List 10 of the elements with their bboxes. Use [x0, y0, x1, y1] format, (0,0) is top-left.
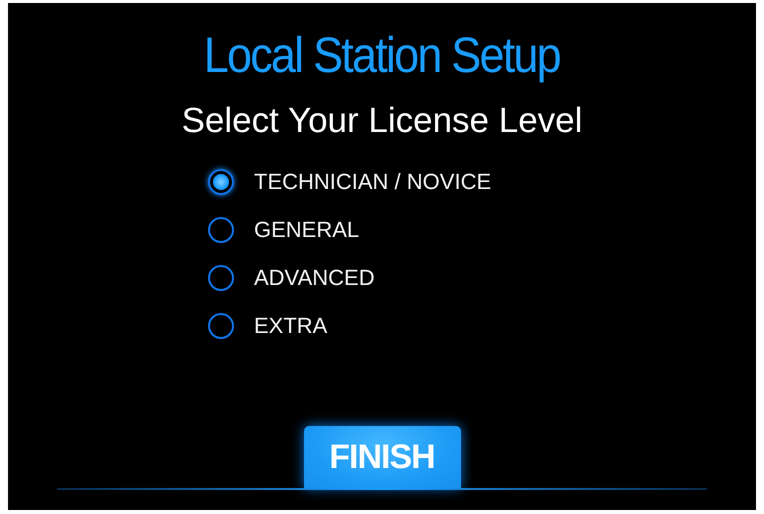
radio-button[interactable]: [208, 313, 234, 339]
option-label[interactable]: TECHNICIAN / NOVICE: [254, 169, 492, 195]
option-label[interactable]: GENERAL: [254, 217, 360, 243]
radio-button[interactable]: [208, 265, 234, 291]
section-heading: Select Your License Level: [182, 100, 582, 142]
radio-button[interactable]: [208, 217, 234, 243]
option-label[interactable]: ADVANCED: [254, 265, 375, 291]
screen-title: Local Station Setup: [204, 26, 560, 85]
radio-button[interactable]: [208, 169, 234, 195]
option-label[interactable]: EXTRA: [254, 313, 328, 339]
